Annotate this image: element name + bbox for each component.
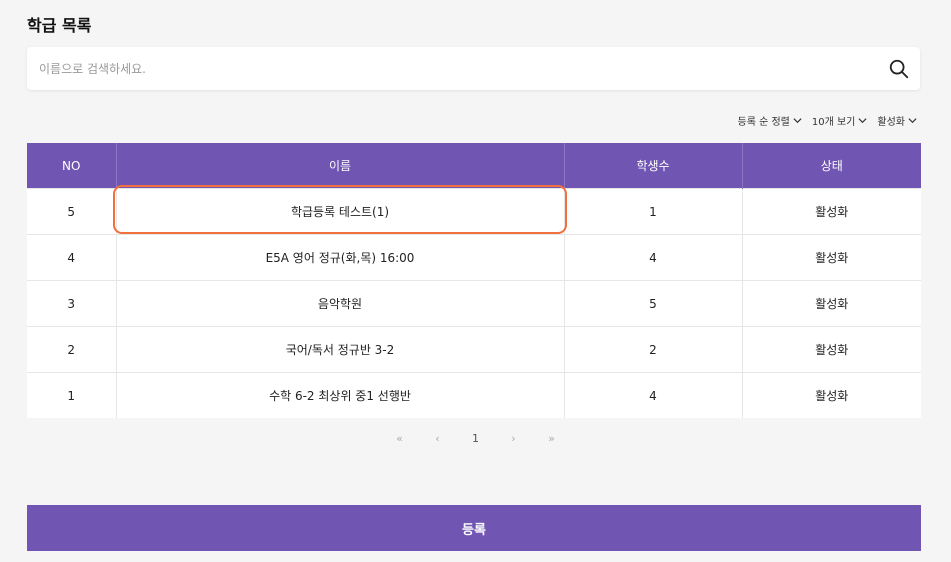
chevron-down-icon (793, 118, 802, 124)
pagination-last[interactable]: » (533, 432, 571, 445)
cell-status: 활성화 (742, 372, 921, 418)
page-title: 학급 목록 (27, 16, 92, 35)
cell-status: 활성화 (742, 188, 921, 235)
cell-students: 4 (564, 372, 743, 418)
cell-students: 1 (564, 188, 743, 235)
cell-status: 활성화 (742, 326, 921, 373)
pagination-next[interactable]: › (495, 432, 533, 445)
cell-no: 5 (27, 188, 117, 235)
cell-no: 3 (27, 280, 117, 327)
cell-status: 활성화 (742, 280, 921, 327)
pagination: « ‹ 1 › » (0, 432, 951, 445)
cell-name[interactable]: 국어/독서 정규반 3-2 (116, 326, 565, 373)
register-button[interactable]: 등록 (27, 505, 921, 551)
cell-students: 4 (564, 234, 743, 281)
table-header-row: NO 이름 학생수 상태 (27, 143, 921, 189)
search-icon[interactable] (888, 58, 910, 80)
column-header-students: 학생수 (564, 143, 743, 189)
cell-name[interactable]: 음악학원 (116, 280, 565, 327)
table-row[interactable]: 4 E5A 영어 정규(화,목) 16:00 4 활성화 (27, 234, 921, 281)
column-header-name: 이름 (116, 143, 565, 189)
status-dropdown[interactable]: 활성화 (877, 113, 917, 128)
search-bar (27, 47, 920, 90)
chevron-down-icon (908, 118, 917, 124)
table-row[interactable]: 1 수학 6-2 최상위 중1 선행반 4 활성화 (27, 372, 921, 418)
class-table: NO 이름 학생수 상태 5 학급등록 테스트(1) 1 활성화 4 E5A 영… (27, 143, 921, 418)
page-size-dropdown[interactable]: 10개 보기 (812, 113, 868, 128)
pagination-page[interactable]: 1 (457, 432, 495, 445)
search-input[interactable] (39, 47, 859, 90)
sort-dropdown-label: 등록 순 정렬 (737, 117, 790, 128)
status-dropdown-label: 활성화 (877, 117, 905, 128)
page-size-dropdown-label: 10개 보기 (811, 117, 856, 128)
cell-no: 4 (27, 234, 117, 281)
table-row[interactable]: 3 음악학원 5 활성화 (27, 280, 921, 327)
pagination-prev[interactable]: ‹ (419, 432, 457, 445)
cell-name[interactable]: 수학 6-2 최상위 중1 선행반 (116, 372, 565, 418)
cell-students: 5 (564, 280, 743, 327)
column-header-no: NO (27, 143, 117, 189)
cell-students: 2 (564, 326, 743, 373)
cell-name[interactable]: E5A 영어 정규(화,목) 16:00 (116, 234, 565, 281)
filter-bar: 등록 순 정렬 10개 보기 활성화 (738, 113, 917, 128)
cell-name[interactable]: 학급등록 테스트(1) (116, 188, 565, 235)
cell-no: 1 (27, 372, 117, 418)
table-row[interactable]: 5 학급등록 테스트(1) 1 활성화 (27, 188, 921, 235)
column-header-status: 상태 (742, 143, 921, 189)
table-row[interactable]: 2 국어/독서 정규반 3-2 2 활성화 (27, 326, 921, 373)
pagination-first[interactable]: « (381, 432, 419, 445)
sort-dropdown[interactable]: 등록 순 정렬 (738, 113, 802, 128)
cell-no: 2 (27, 326, 117, 373)
cell-status: 활성화 (742, 234, 921, 281)
chevron-down-icon (858, 118, 867, 124)
